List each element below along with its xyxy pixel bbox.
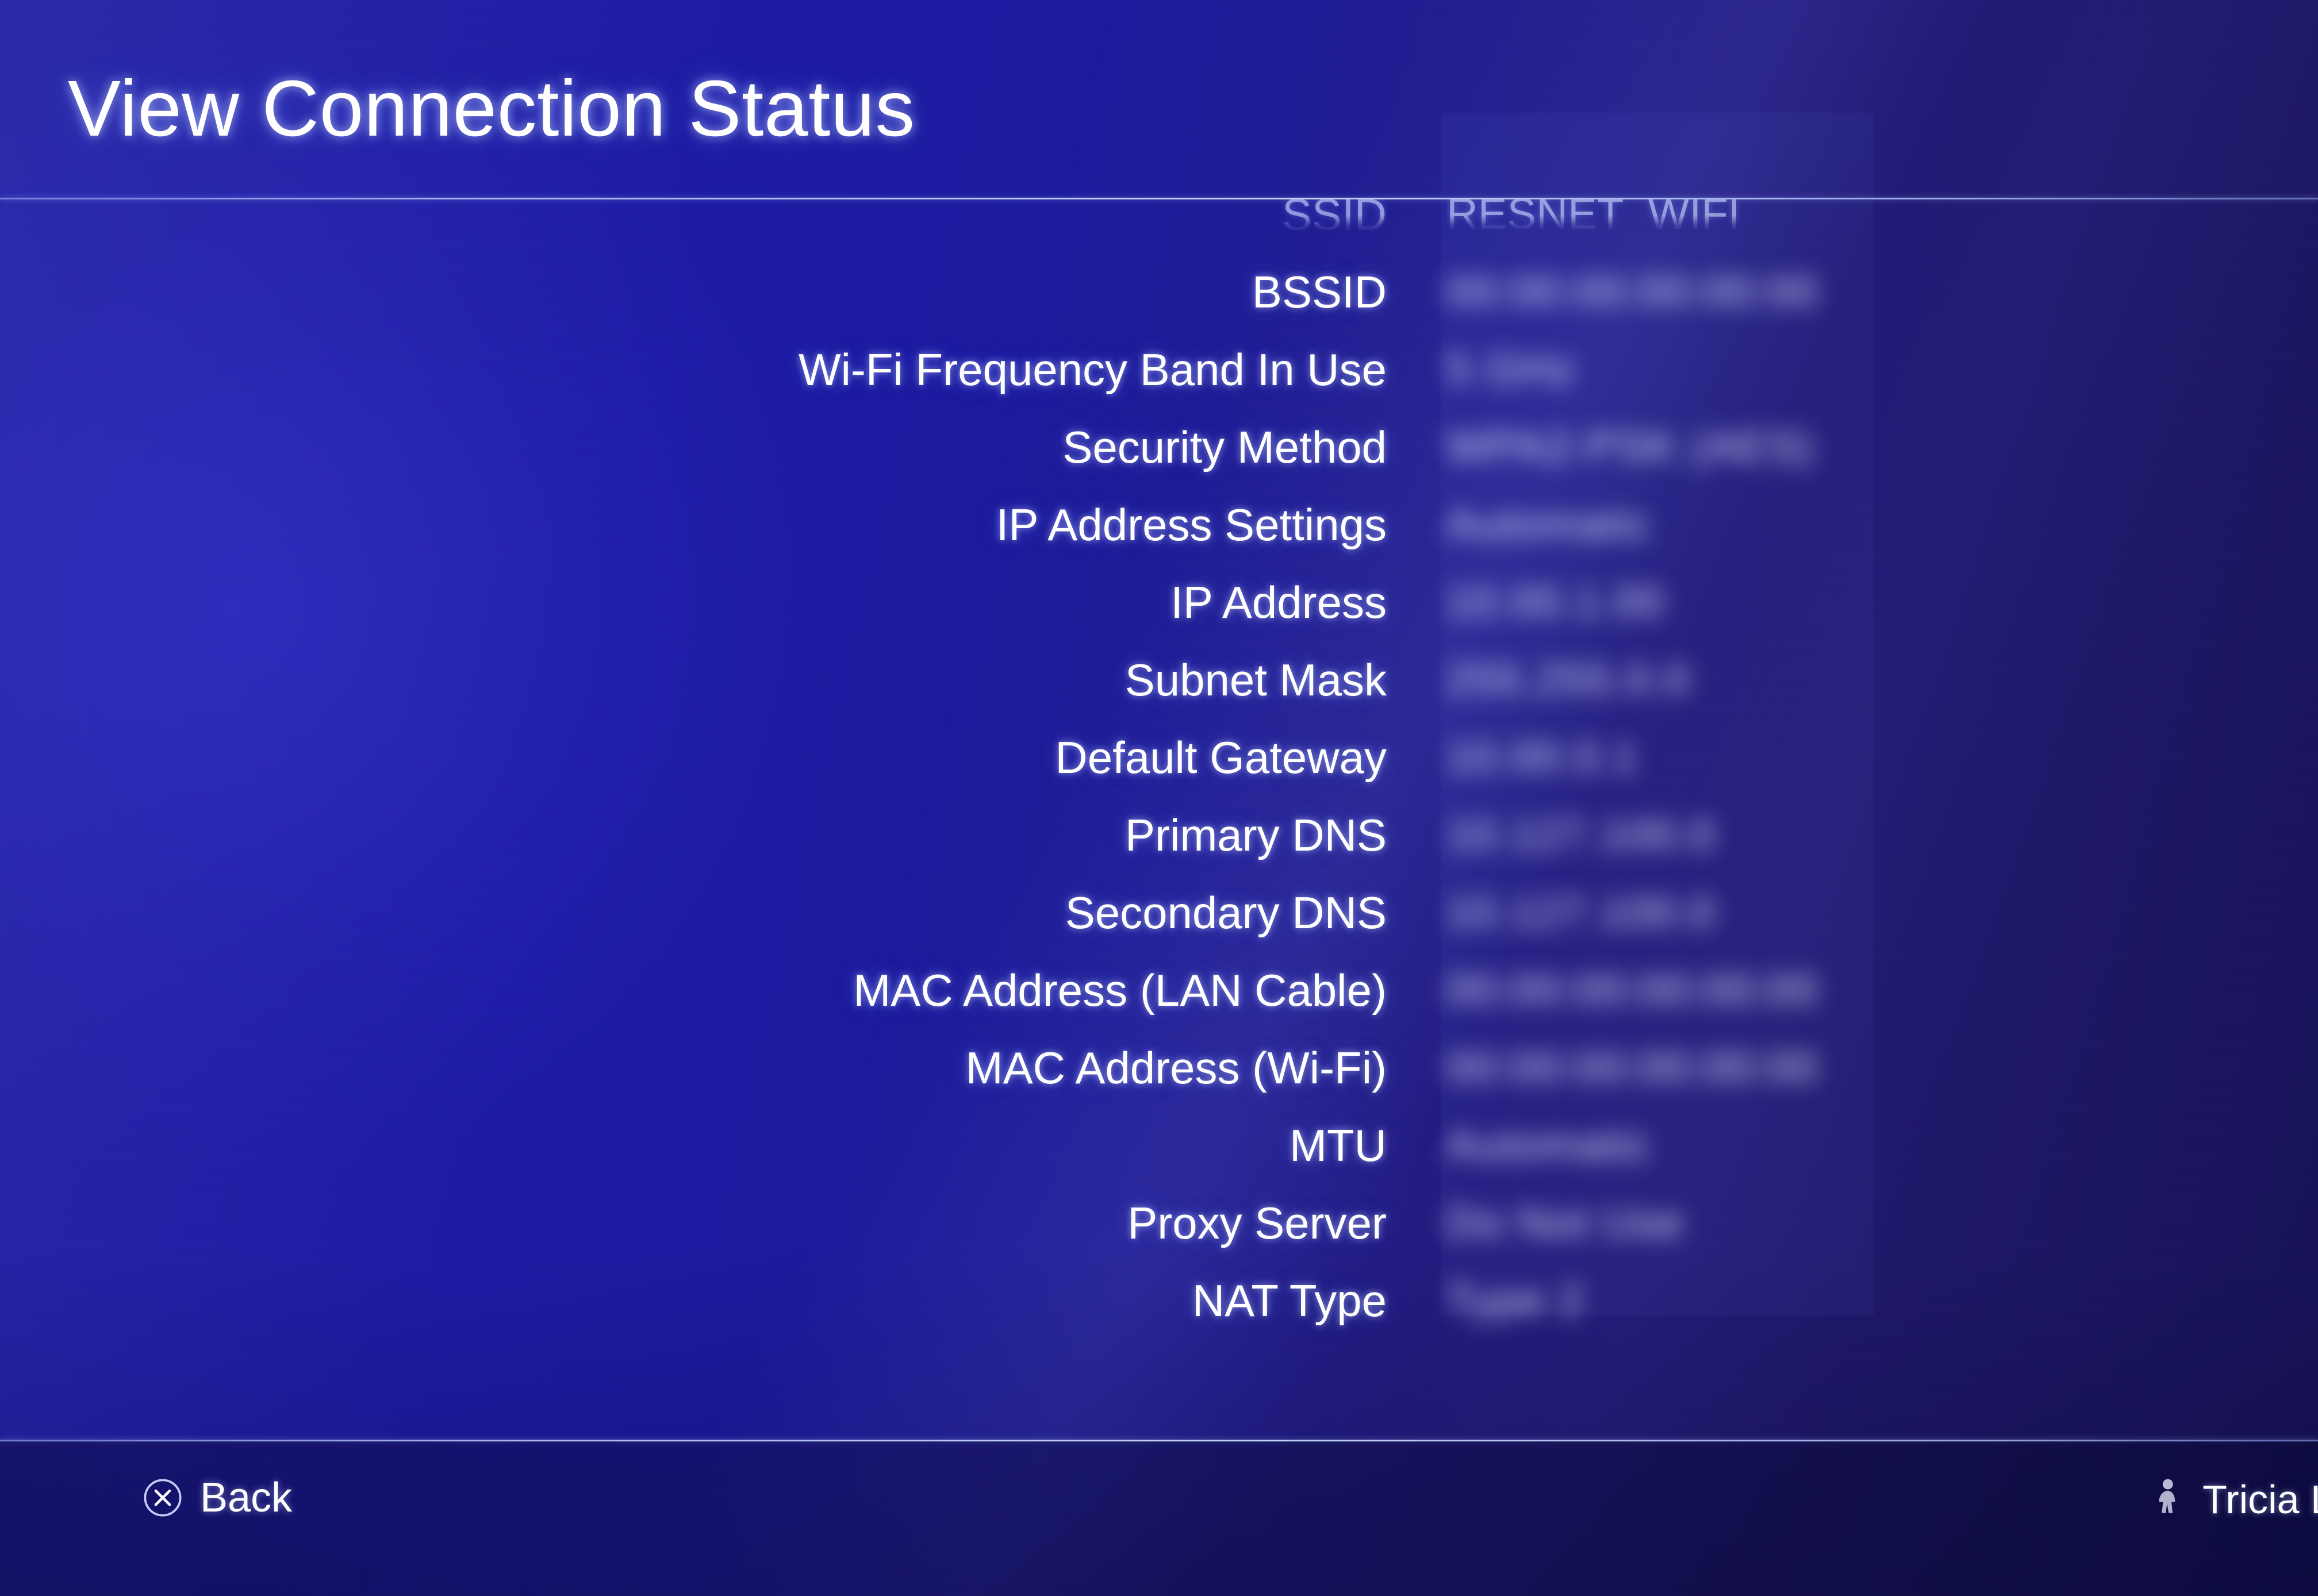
info-row-value: RESNET_WIFI (1446, 199, 1740, 239)
info-row: Primary DNS 10.127.100.0 (0, 796, 2318, 874)
info-row: Default Gateway 10.00.0.1 (0, 718, 2318, 796)
info-row-label: NAT Type (1192, 1275, 1387, 1326)
info-row-label: Security Method (1062, 421, 1387, 472)
back-button[interactable]: Back (143, 1477, 292, 1518)
info-row-value-redacted: Type 2 (1446, 1275, 1585, 1325)
info-row-label: Proxy Server (1127, 1197, 1387, 1248)
info-row-value-redacted: Automatic (1446, 499, 1651, 549)
user-name-label: Tricia L (2202, 1477, 2318, 1522)
info-row-value-redacted: 10.127.100.0 (1446, 810, 1716, 859)
info-row-label: Secondary DNS (1065, 887, 1387, 938)
info-row-value-redacted: 10.00.1.00 (1446, 577, 1665, 626)
ps4-connection-status-screen: View Connection Status SSID RESNET_WIFI BS… (0, 0, 2318, 1596)
user-avatar-icon (2159, 1479, 2175, 1513)
info-row-label: BSSID (1252, 266, 1387, 317)
info-row: IP Address Settings Automatic (0, 486, 2318, 563)
info-row: Proxy Server Do Not Use (0, 1184, 2318, 1262)
info-row-value-redacted: WPA2-PSK (AES) (1446, 422, 1814, 471)
info-row-label: IP Address (1170, 576, 1387, 628)
info-row-label: MAC Address (Wi-Fi) (965, 1042, 1387, 1093)
page-header: View Connection Status (0, 0, 2318, 198)
info-row: IP Address 10.00.1.00 (0, 563, 2318, 641)
footer-bar: Back Tricia L (0, 1441, 2318, 1596)
info-row-value-redacted: 10.00.0.1 (1446, 732, 1639, 782)
cross-button-icon (144, 1479, 182, 1517)
info-row: NAT Type Type 2 (0, 1262, 2318, 1339)
info-row-label: Wi-Fi Frequency Band In Use (798, 344, 1387, 395)
info-row-value-redacted: 00:00:00:00:00:00 (1446, 1043, 1818, 1092)
info-row-value-redacted: Do Not Use (1446, 1198, 1684, 1247)
info-row: Subnet Mask 255.255.0.0 (0, 641, 2318, 718)
info-row-label: SSID (1281, 199, 1387, 240)
info-row: Security Method WPA2-PSK (AES) (0, 408, 2318, 486)
connection-info-list: SSID RESNET_WIFI BSSID 00:00:00:00:00:00 Wi-… (0, 199, 2318, 1440)
info-row-label: MAC Address (LAN Cable) (853, 964, 1387, 1016)
back-button-label: Back (200, 1475, 293, 1521)
info-row-label: MTU (1290, 1120, 1387, 1171)
info-row: MTU Automatic (0, 1106, 2318, 1184)
info-row-value-redacted: 255.255.0.0 (1446, 655, 1690, 704)
info-row-value-redacted: 5 GHz (1446, 344, 1576, 394)
info-row: MAC Address (LAN Cable) 00:00:00:00:00:00 (0, 951, 2318, 1029)
info-row: Secondary DNS 10.127.100.0 (0, 874, 2318, 951)
info-row-label: Default Gateway (1055, 732, 1387, 783)
info-row-label: Primary DNS (1125, 809, 1387, 860)
info-row-value-redacted: 00:00:00:00:00:00 (1446, 267, 1818, 316)
info-row-label: IP Address Settings (996, 499, 1387, 550)
info-row: MAC Address (Wi-Fi) 00:00:00:00:00:00 (0, 1029, 2318, 1106)
info-row: SSID RESNET_WIFI (0, 199, 2318, 253)
info-row: Wi-Fi Frequency Band In Use 5 GHz (0, 330, 2318, 408)
page-title: View Connection Status (68, 64, 915, 153)
current-user[interactable]: Tricia L (2150, 1477, 2318, 1522)
info-row-value-redacted: 10.127.100.0 (1446, 887, 1716, 937)
info-row: BSSID 00:00:00:00:00:00 (0, 253, 2318, 330)
info-row-value-redacted: 00:00:00:00:00:00 (1446, 965, 1818, 1014)
info-row-label: Subnet Mask (1125, 654, 1387, 705)
info-row-value-redacted: Automatic (1446, 1120, 1651, 1170)
